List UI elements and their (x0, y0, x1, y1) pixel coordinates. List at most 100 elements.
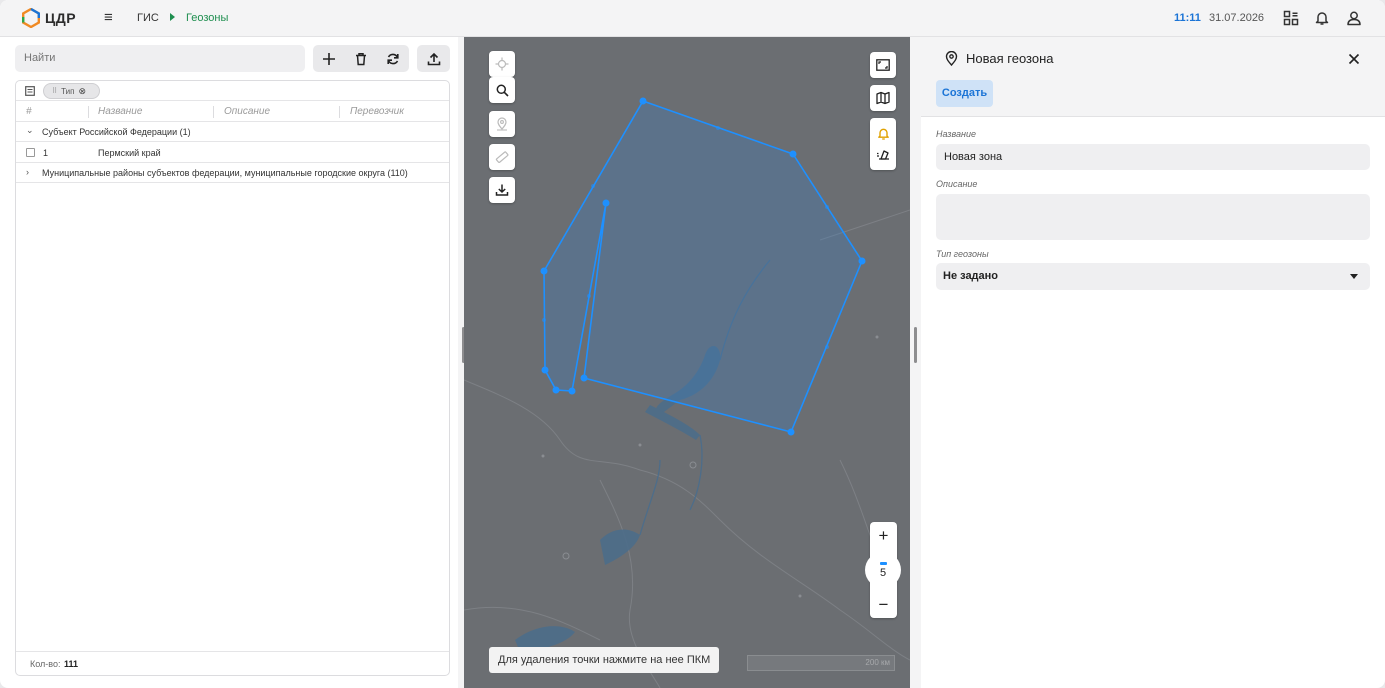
row-checkbox[interactable] (26, 148, 35, 157)
group-row-subject[interactable]: ⌄ Субъект Российской Федерации (1) (16, 122, 449, 142)
eraser-icon[interactable] (876, 148, 890, 161)
row-name: Пермский край (98, 148, 161, 158)
top-bar: ЦДР ≡ ГИС Геозоны 11:11 31.07.2026 (0, 0, 1385, 37)
name-field[interactable] (936, 144, 1370, 170)
table-footer: Кол-во: 111 (16, 651, 449, 675)
col-header-name[interactable]: Название (98, 106, 142, 117)
map-view[interactable]: + − 5 Для удаления точки нажмите на нее … (464, 37, 910, 688)
ruler-icon (495, 151, 509, 164)
zoom-level: 5 (879, 566, 887, 579)
polygon-vertex[interactable] (541, 366, 549, 374)
upload-button[interactable] (417, 45, 450, 72)
dropdown-arrow-icon (1350, 274, 1358, 279)
count-value: 111 (64, 659, 79, 669)
description-label: Описание (936, 179, 978, 189)
create-button[interactable]: Создать (936, 80, 993, 107)
user-icon[interactable] (1346, 10, 1362, 26)
group-panel-icon[interactable] (25, 86, 35, 96)
zoom-in-button[interactable]: + (879, 527, 889, 544)
locate-button[interactable] (489, 51, 515, 77)
map-hint-tooltip: Для удаления точки нажмите на нее ПКМ (489, 647, 720, 673)
town-marker (798, 594, 802, 598)
delete-button[interactable] (345, 45, 377, 72)
polygon-midpoint[interactable] (591, 184, 595, 188)
col-header-description[interactable]: Описание (224, 106, 270, 117)
polygon-midpoint[interactable] (825, 205, 829, 209)
layers-button[interactable] (870, 85, 896, 111)
map-icon (876, 91, 890, 105)
bell-alert-icon[interactable] (877, 127, 890, 140)
polygon-vertex[interactable] (580, 374, 588, 382)
ruler-button[interactable] (489, 144, 515, 170)
zone-type-select[interactable]: Не задано (936, 263, 1370, 290)
location-pin-icon (945, 51, 958, 66)
group-row-municipal[interactable]: › Муниципальные районы субъектов федерац… (16, 163, 449, 183)
menu-icon[interactable]: ≡ (104, 10, 118, 26)
search-input[interactable] (15, 45, 305, 72)
map-extra-tools (870, 118, 896, 170)
zoom-indicator-bar (879, 561, 887, 565)
col-separator (339, 106, 340, 118)
col-separator (88, 106, 89, 118)
zoom-out-button[interactable]: − (879, 596, 889, 613)
logo-text: ЦДР (45, 10, 77, 26)
right-splitter[interactable] (910, 37, 921, 688)
bell-icon[interactable] (1314, 10, 1330, 26)
table-header: # Название Описание Перевозчик (16, 102, 449, 122)
breadcrumb-gis[interactable]: ГИС (137, 12, 159, 24)
group-chip-label: Тип (61, 86, 75, 96)
polygon-midpoint[interactable] (825, 345, 829, 349)
description-field[interactable] (936, 194, 1370, 240)
chevron-right-icon[interactable]: › (26, 167, 29, 177)
name-label: Название (936, 129, 976, 139)
map-pin-icon (497, 117, 507, 131)
clock-time: 11:11 (1174, 12, 1201, 24)
add-button[interactable] (313, 45, 345, 72)
map-canvas[interactable] (464, 37, 910, 688)
river-line (689, 434, 703, 511)
fullscreen-button[interactable] (870, 52, 896, 78)
polygon-vertex[interactable] (540, 267, 548, 275)
polygon-vertex[interactable] (858, 257, 866, 265)
table-row[interactable]: 1 Пермский край (16, 143, 449, 163)
drag-handle-icon: ⠿ (52, 88, 58, 95)
clock-date: 31.07.2026 (1209, 12, 1265, 24)
polygon-midpoint[interactable] (587, 294, 591, 298)
polygon-vertex[interactable] (552, 386, 560, 394)
place-marker-button[interactable] (489, 111, 515, 137)
polygon-vertex[interactable] (787, 428, 795, 436)
plus-icon (323, 52, 335, 65)
breadcrumb-geozones[interactable]: Геозоны (186, 12, 228, 24)
close-icon[interactable] (1346, 51, 1362, 67)
town-marker (875, 335, 879, 339)
col-header-number[interactable]: # (26, 106, 32, 117)
reservoir-shape (600, 529, 640, 565)
map-boundary-line (464, 379, 910, 661)
logo[interactable]: ЦДР (21, 8, 76, 28)
polygon-vertex[interactable] (639, 97, 647, 105)
grouping-bar: ⠿ Тип ⊗ (16, 81, 449, 101)
polygon-midpoint[interactable] (716, 126, 720, 130)
refresh-button[interactable] (377, 45, 409, 72)
town-marker (541, 454, 545, 458)
breadcrumb-separator-icon (170, 13, 175, 21)
download-icon (495, 184, 509, 196)
polygon-midpoint[interactable] (542, 318, 546, 322)
col-header-carrier[interactable]: Перевозчик (350, 106, 404, 117)
chip-remove-icon[interactable]: ⊗ (78, 86, 86, 97)
chevron-down-icon[interactable]: ⌄ (26, 125, 34, 136)
apps-grid-icon[interactable] (1283, 10, 1299, 26)
count-label: Кол-во: (30, 659, 61, 669)
polygon-vertex[interactable] (568, 387, 576, 395)
app-window: ЦДР ≡ ГИС Геозоны 11:11 31.07.2026 Найти… (0, 0, 1385, 688)
polygon-vertex[interactable] (602, 199, 610, 207)
group-chip-type[interactable]: ⠿ Тип ⊗ (43, 83, 100, 99)
splitter-grip[interactable] (914, 327, 917, 363)
form-title: Новая геозона (966, 51, 1054, 66)
search-icon (496, 84, 509, 97)
logo-icon (22, 8, 40, 28)
download-button[interactable] (489, 177, 515, 203)
map-search-button[interactable] (489, 77, 515, 103)
polygon-vertex[interactable] (789, 150, 797, 158)
geozone-polygon[interactable] (543, 100, 863, 433)
